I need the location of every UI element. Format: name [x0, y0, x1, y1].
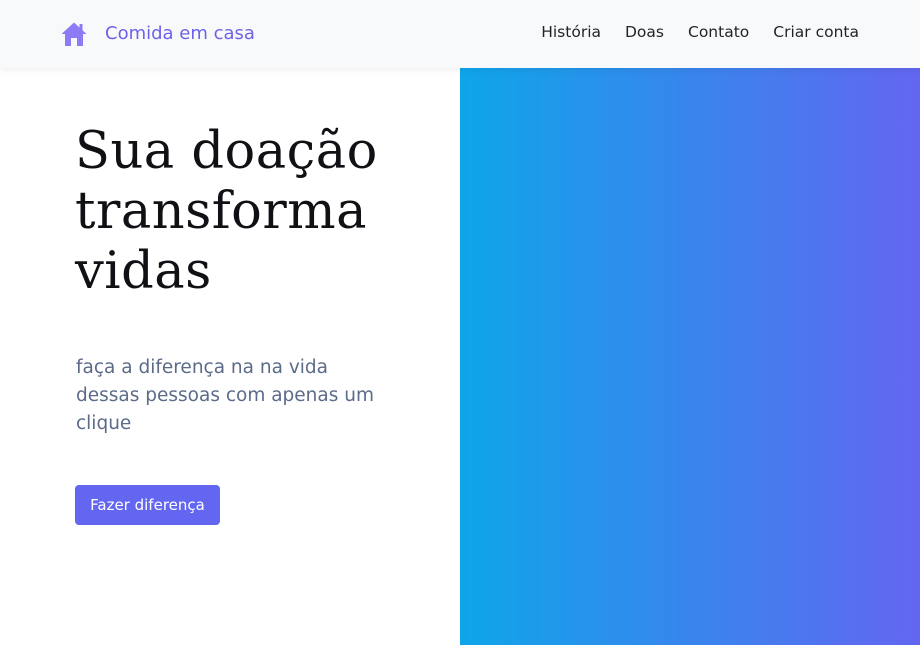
- landing-page: Comida em casa História Doas Contato Cri…: [0, 0, 920, 645]
- nav-item: Doas: [625, 21, 664, 43]
- hero-gradient-panel: [460, 68, 920, 645]
- nav-link-historia[interactable]: História: [541, 23, 601, 41]
- nav-link-contato[interactable]: Contato: [688, 23, 749, 41]
- top-navbar: Comida em casa História Doas Contato Cri…: [0, 0, 920, 68]
- hero-subtitle: faça a diferença na na vida dessas pesso…: [76, 357, 375, 434]
- nav-item: Contato: [688, 21, 749, 43]
- brand-logo-link[interactable]: Comida em casa: [60, 20, 255, 48]
- hero-title-line: vidas: [75, 242, 212, 301]
- hero-title: Sua doação transforma vidas: [75, 122, 445, 302]
- nav-link-doas[interactable]: Doas: [625, 23, 664, 41]
- hero-title-line: Sua doação: [75, 122, 378, 181]
- make-difference-button[interactable]: Fazer diferença: [75, 485, 220, 525]
- nav-links: História Doas Contato Criar conta: [541, 21, 859, 43]
- hero-title-line: transforma: [75, 182, 368, 241]
- nav-item: História: [541, 21, 601, 43]
- home-icon: [61, 22, 87, 46]
- nav-link-criar-conta[interactable]: Criar conta: [773, 23, 859, 41]
- nav-item: Criar conta: [773, 21, 859, 43]
- brand-name: Comida em casa: [105, 23, 255, 44]
